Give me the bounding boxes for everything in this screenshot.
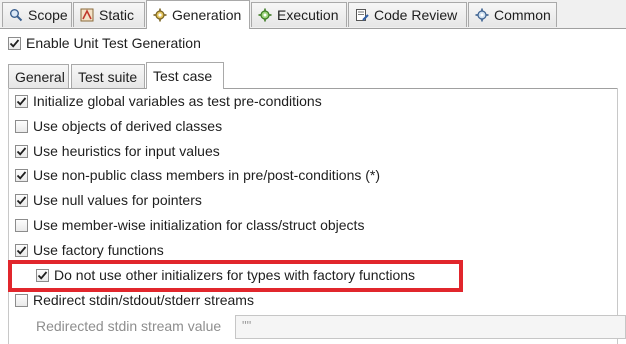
stdin-value-label: Redirected stdin stream value xyxy=(36,318,222,334)
option-redirect-streams[interactable]: Redirect stdin/stdout/stderr streams xyxy=(15,290,254,310)
option-label: Initialize global variables as test pre-… xyxy=(33,93,322,109)
option-checkbox[interactable] xyxy=(15,119,28,133)
stdin-value-field[interactable]: "" xyxy=(235,315,626,339)
tab-common[interactable]: Common xyxy=(468,2,557,27)
option-null-pointers[interactable]: Use null values for pointers xyxy=(15,190,202,210)
tab-common-label: Common xyxy=(494,7,551,23)
checkmark-icon xyxy=(16,96,27,106)
option-label: Redirect stdin/stdout/stderr streams xyxy=(33,292,254,308)
tab-scope-label: Scope xyxy=(28,7,68,23)
option-derived-classes[interactable]: Use objects of derived classes xyxy=(15,116,222,136)
tab-test-case[interactable]: Test case xyxy=(146,62,224,89)
enable-generation-row[interactable]: Enable Unit Test Generation xyxy=(8,33,201,53)
code-review-icon xyxy=(355,8,369,22)
tab-static-label: Static xyxy=(99,7,135,23)
option-member-wise-init[interactable]: Use member-wise initialization for class… xyxy=(15,215,364,235)
option-label: Use non-public class members in pre/post… xyxy=(33,167,381,183)
tab-generation[interactable]: Generation xyxy=(146,0,250,29)
option-label: Use objects of derived classes xyxy=(33,118,223,134)
enable-generation-checkbox[interactable] xyxy=(8,36,21,50)
option-checkbox[interactable] xyxy=(15,243,28,257)
tab-code-review[interactable]: Code Review xyxy=(348,2,467,27)
option-non-public-members[interactable]: Use non-public class members in pre/post… xyxy=(15,165,380,185)
tab-generation-label: Generation xyxy=(172,7,242,23)
execution-icon xyxy=(258,8,272,22)
checkmark-icon xyxy=(16,195,27,205)
option-checkbox[interactable] xyxy=(15,193,28,207)
enable-generation-label: Enable Unit Test Generation xyxy=(26,35,201,51)
tab-general-label: General xyxy=(15,68,65,85)
option-checkbox[interactable] xyxy=(15,168,28,182)
option-label: Use factory functions xyxy=(33,242,164,258)
option-label: Use heuristics for input values xyxy=(33,143,220,159)
option-checkbox[interactable] xyxy=(15,94,28,108)
tab-execution-label: Execution xyxy=(277,7,339,23)
option-checkbox[interactable] xyxy=(15,218,28,232)
highlight-annotation xyxy=(8,260,463,292)
option-init-globals[interactable]: Initialize global variables as test pre-… xyxy=(15,91,322,111)
sub-tab-bar: General Test suite Test case xyxy=(8,62,618,89)
option-factory-functions[interactable]: Use factory functions xyxy=(15,240,164,260)
common-icon xyxy=(475,8,489,22)
scope-icon xyxy=(9,8,23,22)
tab-general[interactable]: General xyxy=(8,64,69,88)
generation-icon xyxy=(153,8,167,22)
static-icon xyxy=(80,8,94,22)
checkmark-icon xyxy=(16,170,27,180)
tab-test-suite-label: Test suite xyxy=(78,68,138,85)
tab-code-review-label: Code Review xyxy=(374,7,458,23)
tab-scope[interactable]: Scope xyxy=(2,2,72,27)
option-label: Use member-wise initialization for class… xyxy=(33,217,365,233)
top-tab-bar: Scope Static Generation Execution Code R… xyxy=(0,0,626,29)
checkmark-icon xyxy=(16,146,27,156)
checkmark-icon xyxy=(9,38,20,48)
tab-test-suite[interactable]: Test suite xyxy=(71,64,145,88)
option-label: Use null values for pointers xyxy=(33,192,202,208)
tab-execution[interactable]: Execution xyxy=(251,2,347,27)
tab-test-case-label: Test case xyxy=(153,68,213,84)
checkmark-icon xyxy=(16,245,27,255)
option-heuristics[interactable]: Use heuristics for input values xyxy=(15,141,220,161)
option-checkbox[interactable] xyxy=(15,144,28,158)
tab-static[interactable]: Static xyxy=(73,2,145,27)
option-checkbox[interactable] xyxy=(15,293,28,307)
